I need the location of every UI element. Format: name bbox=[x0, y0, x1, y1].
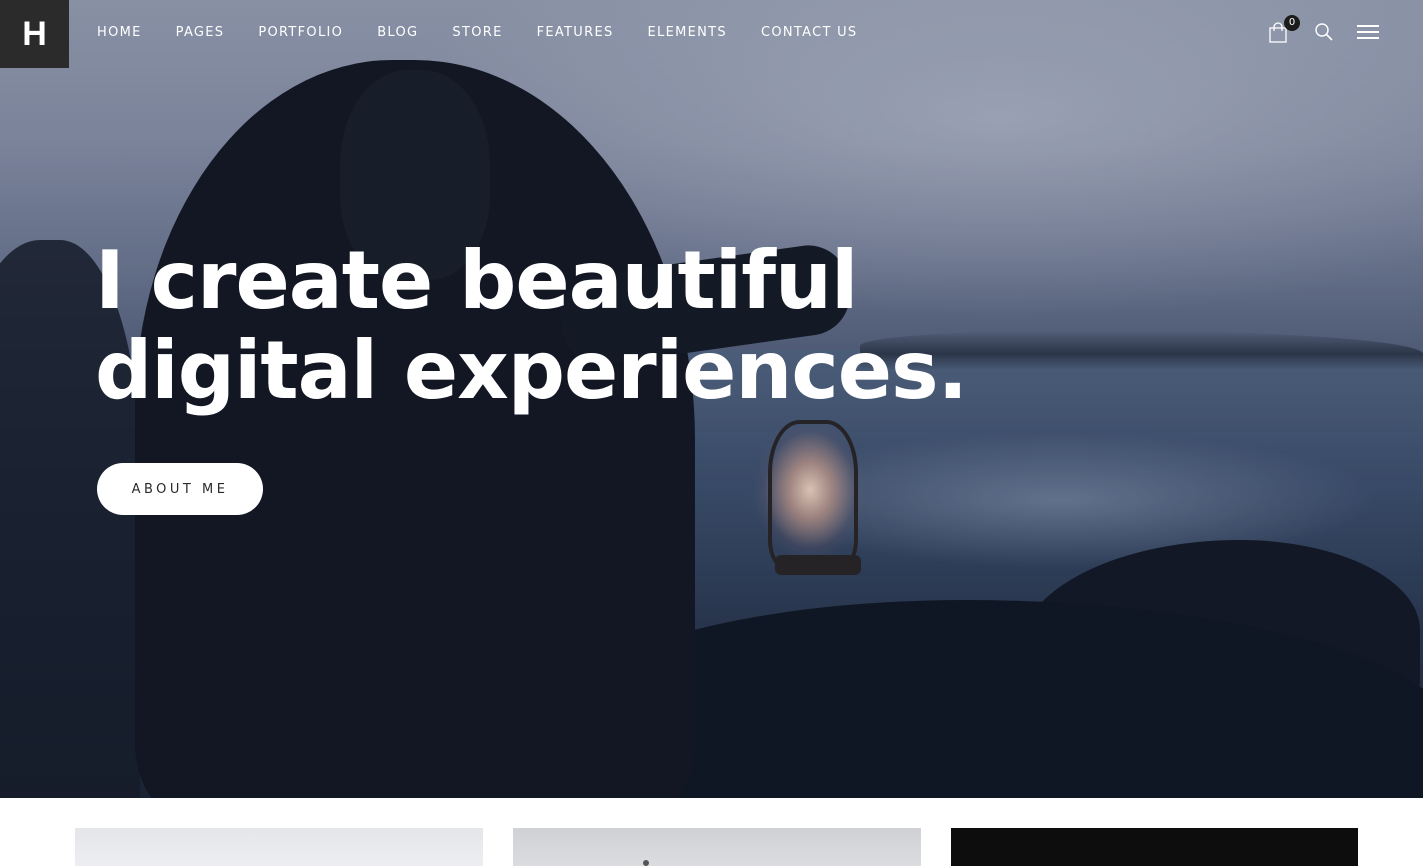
nav-item-pages[interactable]: PAGES bbox=[176, 24, 225, 42]
cart-count-badge: 0 bbox=[1284, 15, 1300, 31]
search-icon[interactable] bbox=[1314, 22, 1334, 42]
about-me-button[interactable]: ABOUT ME bbox=[97, 463, 263, 515]
portfolio-card-2-detail bbox=[643, 860, 649, 866]
main-nav: HOME PAGES PORTFOLIO BLOG STORE FEATURES… bbox=[97, 24, 858, 42]
nav-item-contact-us[interactable]: CONTACT US bbox=[761, 24, 858, 42]
nav-item-elements[interactable]: ELEMENTS bbox=[648, 24, 727, 42]
portfolio-preview-section bbox=[0, 798, 1423, 866]
hero-headline-line-2: digital experiences. bbox=[95, 324, 968, 417]
hero-headline: I create beautiful digital experiences. bbox=[95, 236, 995, 416]
nav-item-store[interactable]: STORE bbox=[452, 24, 502, 42]
nav-item-blog[interactable]: BLOG bbox=[377, 24, 418, 42]
header-actions: 0 bbox=[1262, 15, 1392, 48]
portfolio-card-1[interactable] bbox=[75, 828, 483, 866]
portfolio-card-2[interactable] bbox=[513, 828, 921, 866]
site-logo[interactable]: H bbox=[0, 0, 69, 68]
hamburger-menu-icon-svg bbox=[1357, 25, 1379, 39]
hero-headline-line-1: I create beautiful bbox=[95, 234, 858, 327]
nav-item-portfolio[interactable]: PORTFOLIO bbox=[258, 24, 343, 42]
nav-item-home[interactable]: HOME bbox=[97, 24, 142, 42]
logo-letter: H bbox=[22, 15, 47, 53]
hamburger-menu-icon[interactable] bbox=[1357, 23, 1379, 41]
search-icon-svg bbox=[1315, 23, 1333, 41]
nav-item-features[interactable]: FEATURES bbox=[537, 24, 614, 42]
shopping-bag-icon[interactable]: 0 bbox=[1268, 15, 1300, 44]
portfolio-card-3[interactable] bbox=[951, 828, 1358, 866]
